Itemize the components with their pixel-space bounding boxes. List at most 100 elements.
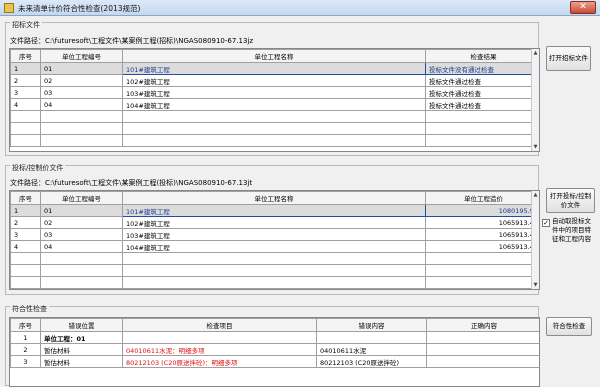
table-cell[interactable]: 80212103 (C20原送拌砼)	[316, 355, 427, 368]
table-cell[interactable]: 02	[40, 74, 123, 87]
table-cell[interactable]: 103#建筑工程	[122, 86, 426, 99]
auto-fetch-label: 自动取投标文件中的项目特征和工程内容	[552, 217, 591, 243]
open-tender-button[interactable]: 打开招标文件	[546, 46, 591, 71]
bid-grid[interactable]: 序号 单位工程编号 单位工程名称 单位工程造价 1 01 101#建筑工程 10…	[9, 190, 540, 290]
table-cell[interactable]: 1	[10, 62, 41, 75]
table-cell[interactable]: 3	[10, 86, 41, 99]
check-col-index[interactable]: 序号	[10, 318, 41, 332]
table-cell[interactable]: 1065913.42	[425, 228, 539, 241]
table-cell[interactable]: 102#建筑工程	[122, 74, 426, 87]
scroll-down-icon[interactable]: ▼	[532, 143, 539, 151]
table-cell[interactable]: 2	[10, 74, 41, 87]
table-cell[interactable]: 02	[40, 216, 123, 229]
bid-scrollbar[interactable]: ▲ ▼	[531, 191, 539, 289]
table-cell[interactable]: 101#建筑工程	[122, 62, 426, 75]
table-row[interactable]: 1 单位工程：01	[10, 331, 539, 344]
table-cell[interactable]	[122, 331, 317, 344]
tender-file-path: 文件路径：C:\futuresoft\工程文件\某案例工程(招标)\NGAS08…	[10, 37, 254, 45]
title-bar: 未来清单计价符合性检查(2013规范) ✕	[0, 0, 600, 16]
bid-header-row: 序号 单位工程编号 单位工程名称 单位工程造价	[10, 191, 539, 205]
table-row[interactable]: 3 03 103#建筑工程 投标文件通过检查	[10, 86, 539, 99]
check-section-title: 符合性检查	[10, 304, 49, 314]
table-cell[interactable]: 投标文件没有通过检查	[425, 62, 539, 75]
table-row[interactable]: 1 01 101#建筑工程 投标文件没有通过检查	[10, 62, 539, 75]
tender-scrollbar[interactable]: ▲ ▼	[531, 49, 539, 151]
bid-section-title: 投标/控制价文件	[10, 163, 66, 173]
table-row[interactable]: 4 04 104#建筑工程 1065913.42	[10, 240, 539, 253]
table-cell[interactable]: 104#建筑工程	[122, 98, 426, 111]
tender-col-result[interactable]: 检查结果	[425, 49, 539, 63]
table-row	[10, 276, 539, 289]
bid-col-code[interactable]: 单位工程编号	[40, 191, 123, 205]
table-cell[interactable]: 1	[10, 204, 41, 217]
table-cell[interactable]: 04010611水泥	[316, 343, 427, 356]
tender-section-title: 招标文件	[10, 20, 42, 30]
table-row[interactable]: 2 暂估材料 04010611水泥：明细多项 04010611水泥	[10, 343, 539, 356]
scroll-up-icon[interactable]: ▲	[532, 49, 539, 57]
check-col-location[interactable]: 错误位置	[40, 318, 123, 332]
table-cell[interactable]	[426, 355, 539, 368]
table-cell[interactable]: 3	[10, 355, 41, 368]
table-cell[interactable]: 1065913.42	[425, 240, 539, 253]
table-cell[interactable]: 投标文件通过检查	[425, 98, 539, 111]
bid-col-name[interactable]: 单位工程名称	[122, 191, 426, 205]
open-bid-button[interactable]: 打开投标/控制价文件	[546, 188, 595, 213]
table-row	[10, 252, 539, 265]
table-row[interactable]: 3 03 103#建筑工程 1065913.42	[10, 228, 539, 241]
table-row	[10, 122, 539, 135]
table-row[interactable]: 1 01 101#建筑工程 1080195.98	[10, 204, 539, 217]
table-cell[interactable]: 1080195.98	[425, 204, 539, 217]
tender-col-name[interactable]: 单位工程名称	[122, 49, 426, 63]
table-row[interactable]: 2 02 102#建筑工程 投标文件通过检查	[10, 74, 539, 87]
table-cell[interactable]: 投标文件通过检查	[425, 86, 539, 99]
tender-col-code[interactable]: 单位工程编号	[40, 49, 123, 63]
scroll-up-icon[interactable]: ▲	[532, 191, 539, 199]
auto-fetch-checkbox[interactable]: ✓	[542, 219, 550, 227]
table-cell[interactable]: 04010611水泥：明细多项	[122, 343, 317, 356]
table-cell[interactable]: 101#建筑工程	[122, 204, 426, 217]
tender-col-index[interactable]: 序号	[10, 49, 41, 63]
table-cell[interactable]: 单位工程：01	[40, 331, 123, 344]
table-cell[interactable]	[316, 331, 427, 344]
check-header-row: 序号 错误位置 检查项目 错误内容 正确内容	[10, 318, 539, 332]
table-cell[interactable]: 暂估材料	[40, 343, 123, 356]
conformity-check-button[interactable]: 符合性检查	[546, 317, 592, 336]
table-row	[10, 110, 539, 123]
check-grid[interactable]: 序号 错误位置 检查项目 错误内容 正确内容 1 单位工程：01 2 暂估材料 …	[9, 317, 540, 387]
table-cell[interactable]: 暂估材料	[40, 355, 123, 368]
tender-grid[interactable]: 序号 单位工程编号 单位工程名称 检查结果 1 01 101#建筑工程 投标文件…	[9, 48, 540, 152]
table-cell[interactable]: 102#建筑工程	[122, 216, 426, 229]
table-cell[interactable]: 03	[40, 228, 123, 241]
table-cell[interactable]: 2	[10, 343, 41, 356]
table-cell[interactable]: 4	[10, 98, 41, 111]
bid-col-cost[interactable]: 单位工程造价	[425, 191, 539, 205]
table-cell[interactable]: 03	[40, 86, 123, 99]
table-row[interactable]: 2 02 102#建筑工程 1065913.42	[10, 216, 539, 229]
table-cell[interactable]: 投标文件通过检查	[425, 74, 539, 87]
table-row[interactable]: 4 04 104#建筑工程 投标文件通过检查	[10, 98, 539, 111]
table-cell[interactable]: 4	[10, 240, 41, 253]
table-cell[interactable]: 2	[10, 216, 41, 229]
check-col-error[interactable]: 错误内容	[316, 318, 427, 332]
close-button[interactable]: ✕	[570, 1, 596, 14]
table-row[interactable]: 3 暂估材料 80212103 (C20原送拌砼)：明细多项 80212103 …	[10, 355, 539, 368]
table-cell[interactable]: 3	[10, 228, 41, 241]
table-cell[interactable]: 103#建筑工程	[122, 228, 426, 241]
scroll-down-icon[interactable]: ▼	[532, 281, 539, 289]
table-row	[10, 264, 539, 277]
bid-col-index[interactable]: 序号	[10, 191, 41, 205]
table-cell[interactable]: 04	[40, 98, 123, 111]
check-col-correct[interactable]: 正确内容	[426, 318, 539, 332]
bid-file-path: 文件路径：C:\futuresoft\工程文件\某案例工程(投标)\NGAS08…	[10, 179, 253, 187]
table-cell[interactable]	[426, 343, 539, 356]
table-cell[interactable]: 01	[40, 204, 123, 217]
table-cell[interactable]: 1065913.42	[425, 216, 539, 229]
table-cell[interactable]: 104#建筑工程	[122, 240, 426, 253]
table-cell[interactable]: 1	[10, 331, 41, 344]
table-cell[interactable]: 80212103 (C20原送拌砼)：明细多项	[122, 355, 317, 368]
table-cell[interactable]: 04	[40, 240, 123, 253]
table-cell[interactable]: 01	[40, 62, 123, 75]
check-col-item[interactable]: 检查项目	[122, 318, 317, 332]
tender-header-row: 序号 单位工程编号 单位工程名称 检查结果	[10, 49, 539, 63]
table-cell[interactable]	[426, 331, 539, 344]
